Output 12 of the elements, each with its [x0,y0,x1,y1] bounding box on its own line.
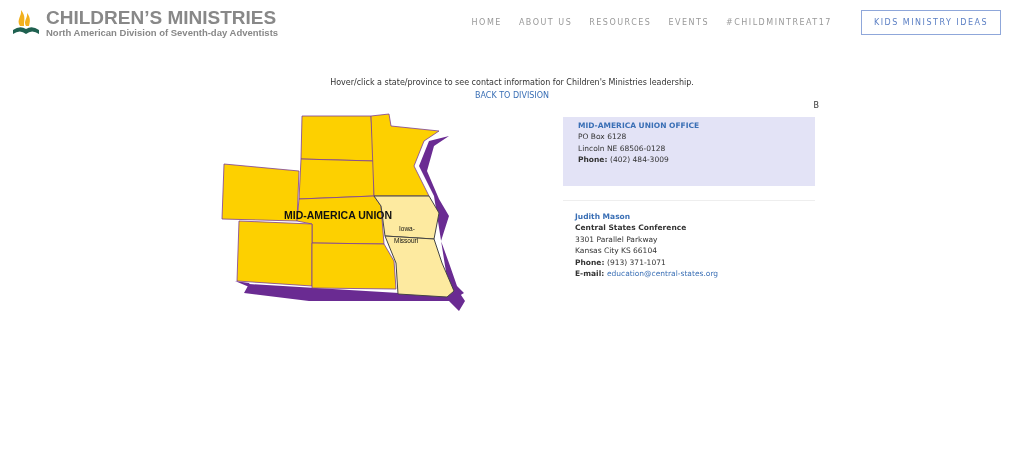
logo-title: CHILDREN’S MINISTRIES [46,7,278,27]
nav-link[interactable]: HOME [471,18,502,27]
marker-letter: B [813,100,819,112]
logo-subtitle: North American Division of Seventh-day Adventists [46,26,279,38]
nav-link[interactable]: #CHILDMINTREAT17 [726,18,832,27]
nav-link[interactable]: RESOURCES [589,18,652,27]
nav-link[interactable]: ABOUT US [518,18,573,27]
nav-button[interactable]: KIDS MINISTRY IDEAS [860,10,1001,35]
back-link[interactable]: BACK TO DIVISION [475,91,549,100]
intro-text: Hover/click a state/province to see contact information for Children's Ministries leadership. [330,78,694,87]
flame-book-logo-icon [12,9,40,36]
nav-link[interactable]: EVENTS [668,18,709,27]
